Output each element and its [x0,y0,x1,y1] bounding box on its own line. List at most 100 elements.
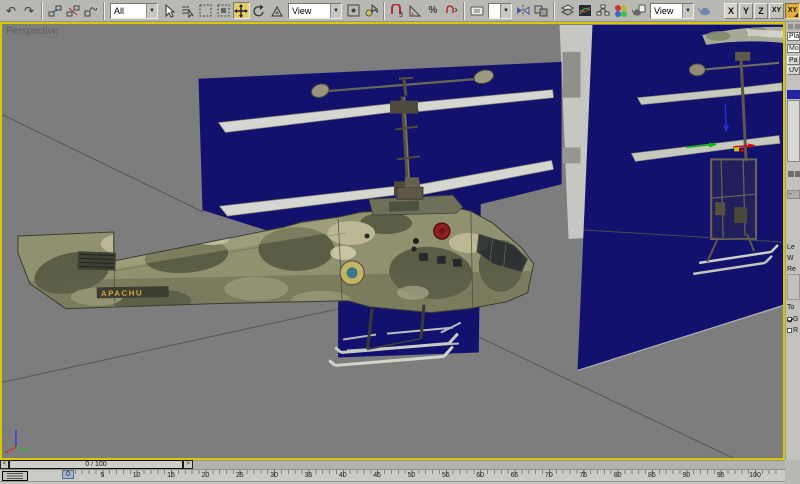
toolbar-separator [463,2,465,20]
selection-filter-dropdown[interactable]: All ▼ [110,3,158,19]
manipulate-icon[interactable] [363,2,380,19]
time-slider-track[interactable] [193,460,785,469]
chevron-down-icon[interactable]: ▼ [146,4,157,18]
coordinate-system-dropdown[interactable]: View ▼ [288,3,342,19]
next-frame-button[interactable]: > [183,460,193,469]
real-world-checkbox[interactable]: R [787,327,800,335]
previous-frame-button[interactable]: < [0,460,9,469]
total-label: To [787,304,800,312]
snap-percent-icon[interactable]: % [425,2,442,19]
restrict-x-button[interactable]: X [724,3,738,19]
stack-item[interactable]: Pa [787,56,800,65]
rollout-header[interactable]: - [787,190,800,199]
modifier-list-dropdown[interactable]: Modifi [787,44,800,53]
length-label: Le [787,244,800,252]
pivot-center-icon[interactable] [345,2,362,19]
frame-label: 60 [476,472,484,479]
application-window: ↶ ↷ All ▼ [0,0,800,484]
select-object-icon[interactable] [161,2,178,19]
svg-text:APACHU: APACHU [101,289,144,299]
undo-icon[interactable]: ↶ [3,2,20,19]
curve-editor-icon[interactable] [577,2,594,19]
width-label: W [787,255,800,263]
restrict-z-button[interactable]: Z [754,3,768,19]
quick-render-icon[interactable] [697,2,714,19]
restrict-xy-plane-button[interactable]: XY [785,3,800,19]
generate-mapping-checkbox[interactable]: G [787,316,800,324]
stack-item[interactable]: UV [787,66,800,75]
frame-label: 50 [408,472,416,479]
align-icon[interactable] [533,2,550,19]
perspective-viewport[interactable]: APACHU [0,22,785,460]
svg-text:3: 3 [399,12,403,18]
window-crossing-icon[interactable] [215,2,232,19]
mini-curve-editor-button[interactable] [2,471,28,481]
coordinate-system-value: View [289,6,330,16]
frame-label: 65 [511,472,519,479]
toolbar-separator [383,2,385,20]
frame-label: 40 [339,472,347,479]
frame-label: 85 [648,472,656,479]
roundel [340,261,364,285]
frame-label: 35 [305,472,313,479]
snap-spinner-icon[interactable] [443,2,460,19]
restrict-xy-button[interactable]: XY [769,3,784,19]
toolbar-separator [103,2,105,20]
restrict-y-button[interactable]: Y [739,3,753,19]
frame-label: 80 [614,472,622,479]
time-slider-row: < 0 / 100 > [0,460,785,469]
render-setup-icon[interactable] [631,2,648,19]
mirror-icon[interactable] [515,2,532,19]
frame-label: 30 [270,472,278,479]
selection-filter-value: All [111,6,146,16]
frame-label: 55 [442,472,450,479]
viewport-label[interactable]: Perspective [6,26,58,37]
scale-icon[interactable] [269,2,286,19]
named-selection-dropdown[interactable]: ▼ [488,3,512,19]
layer-manager-icon[interactable] [559,2,576,19]
chevron-down-icon[interactable]: ▼ [500,4,511,18]
select-link-icon[interactable] [47,2,64,19]
bind-spacewarp-icon[interactable] [83,2,100,19]
frame-label: 75 [579,472,587,479]
stack-buttons[interactable] [787,170,800,179]
frame-label: 5 [100,472,104,479]
command-panel-tabs[interactable] [787,23,800,31]
schematic-view-icon[interactable] [595,2,612,19]
upper-rotor-hub [390,101,418,114]
snap-angle-icon[interactable] [407,2,424,19]
keyboard-override-icon[interactable] [469,2,486,19]
track-bar[interactable]: 0510152025303540455055606570758085909510… [0,469,785,481]
render-group-label: Re [787,266,800,274]
chevron-down-icon[interactable]: ▼ [682,4,693,18]
rotate-icon[interactable] [251,2,268,19]
unlink-icon[interactable] [65,2,82,19]
redo-icon[interactable]: ↷ [21,2,38,19]
frame-label: 45 [373,472,381,479]
rect-selection-icon[interactable] [197,2,214,19]
frame-label: 25 [236,472,244,479]
frame-label: 90 [682,472,690,479]
frame-label[interactable]: 0 [63,471,73,478]
viewport-canvas[interactable]: APACHU [2,24,783,458]
snap-3d-icon[interactable]: 3 [389,2,406,19]
toolbar-separator [41,2,43,20]
frame-label: 95 [717,472,725,479]
axis-constraints-toolbar: X Y Z XY XY [724,3,800,19]
command-panel: Plane Modifi Pa UV - Le W Re To G R [785,22,800,460]
move-icon[interactable] [233,2,250,19]
frame-label: 70 [545,472,553,479]
frame-label: 100 [749,472,761,479]
chevron-down-icon[interactable]: ▼ [330,4,341,18]
material-editor-icon[interactable] [613,2,630,19]
render-view-dropdown[interactable]: View ▼ [650,3,694,19]
object-name-field[interactable]: Plane [787,32,800,41]
frame-label: 20 [201,472,209,479]
select-by-name-icon[interactable] [179,2,196,19]
tail-grill [78,251,117,270]
stack-selected-item[interactable] [787,90,800,99]
modifier-stack-box[interactable] [787,100,800,162]
time-slider-handle[interactable]: 0 / 100 [9,460,183,469]
render-groupbox [787,274,800,300]
fuselage-decal: APACHU [97,286,169,298]
